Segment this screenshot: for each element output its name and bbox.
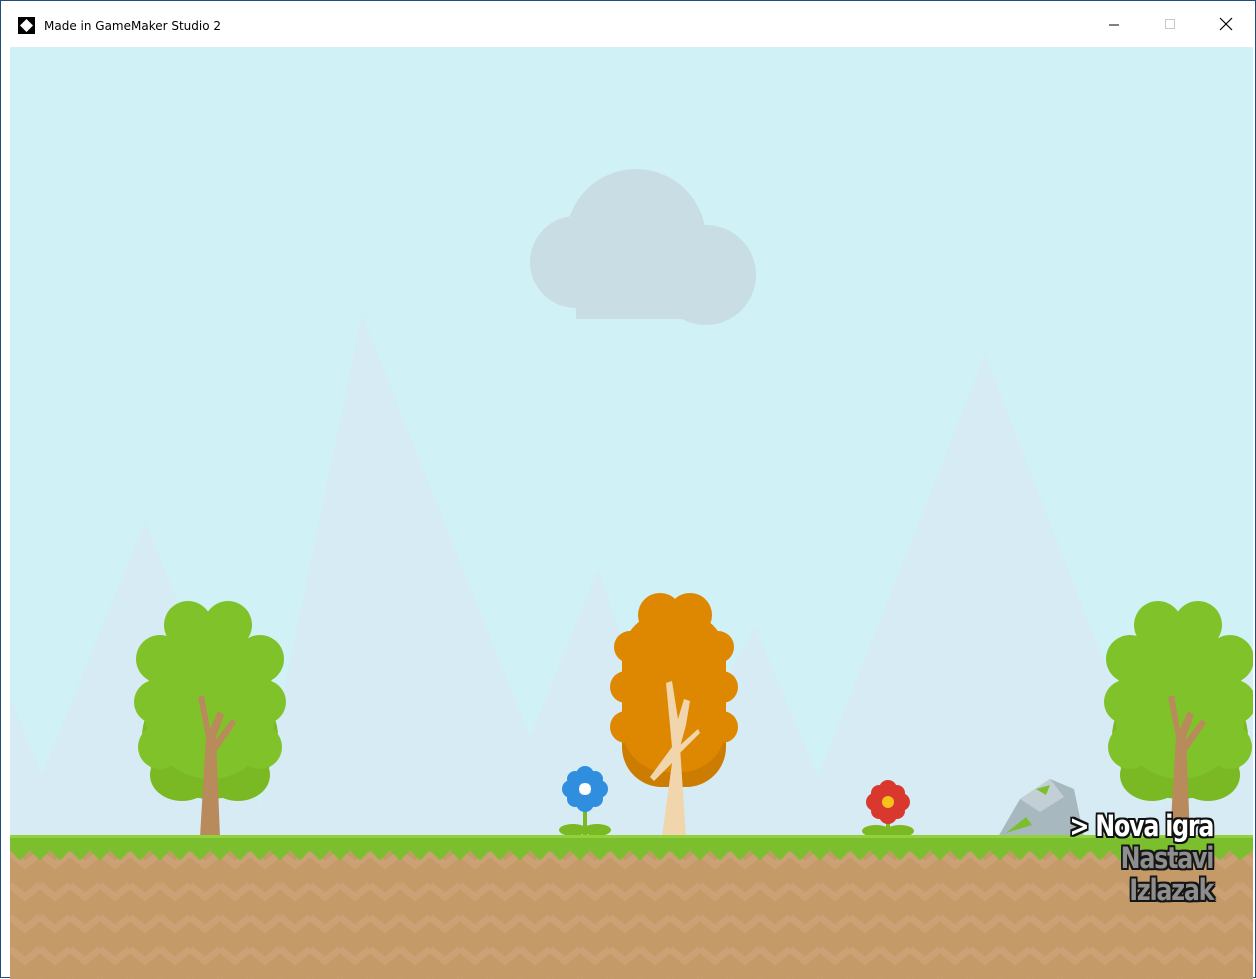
maximize-button[interactable]	[1142, 1, 1198, 47]
menu-item-new-game[interactable]: > Nova igra	[1069, 810, 1214, 842]
game-canvas[interactable]: > Nova igra Nastavi Izlazak	[10, 47, 1253, 979]
menu-item-exit[interactable]: Izlazak	[1069, 874, 1214, 906]
minimize-button[interactable]	[1086, 1, 1142, 47]
title-bar[interactable]: Made in GameMaker Studio 2	[1, 1, 1255, 47]
gamemaker-logo-icon	[18, 17, 35, 34]
main-menu: > Nova igra Nastavi Izlazak	[1069, 810, 1214, 906]
window-title: Made in GameMaker Studio 2	[44, 19, 222, 33]
dirt-ground	[10, 847, 1253, 979]
maximize-icon	[1165, 19, 1175, 29]
close-icon	[1219, 17, 1233, 31]
minimize-icon	[1109, 24, 1119, 26]
close-button[interactable]	[1198, 1, 1254, 47]
menu-item-continue[interactable]: Nastavi	[1069, 842, 1214, 874]
game-scene	[10, 47, 1253, 979]
game-window: Made in GameMaker Studio 2 > Nova igra N…	[0, 0, 1256, 979]
